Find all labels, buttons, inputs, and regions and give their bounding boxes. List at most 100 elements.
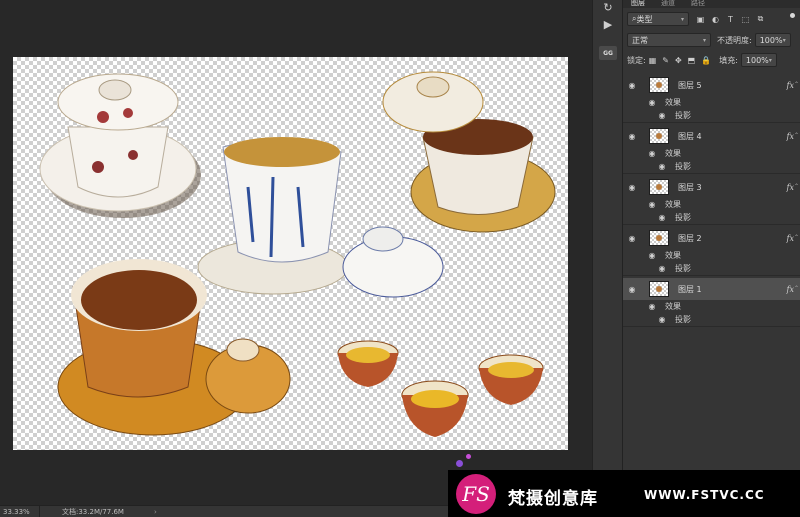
effects-row[interactable]: ◉ 效果	[623, 198, 800, 211]
layer-name[interactable]: 图层 4	[678, 131, 702, 142]
drop-shadow-label: 投影	[675, 213, 691, 222]
blend-mode-dropdown[interactable]: 正常 ▾	[627, 33, 711, 47]
history-icon[interactable]: ↻	[599, 0, 617, 14]
glyphs-icon[interactable]: GG	[599, 46, 617, 60]
layer-row[interactable]: ◉ 图层 5 fx ⌃	[623, 74, 800, 96]
lock-artboard-icon[interactable]: ⬒	[688, 56, 696, 65]
eye-icon[interactable]: ◉	[653, 264, 671, 273]
chevron-down-icon: ▾	[680, 15, 684, 23]
smart-object-filter-icon[interactable]: ⧉	[755, 14, 766, 25]
drop-shadow-row[interactable]: ◉ 投影	[623, 262, 800, 275]
layer-name[interactable]: 图层 3	[678, 182, 702, 193]
zoom-level[interactable]: 33.33%	[0, 506, 40, 517]
layer-name[interactable]: 图层 5	[678, 80, 702, 91]
blend-mode-value: 正常	[632, 35, 648, 45]
gaiwan-blue-bamboo	[197, 137, 444, 298]
layer-row[interactable]: ◉ 图层 2 fx ⌃	[623, 227, 800, 249]
eye-icon[interactable]: ◉	[623, 132, 641, 141]
lock-position-icon[interactable]: ✥	[675, 56, 682, 65]
effects-row[interactable]: ◉ 效果	[623, 147, 800, 160]
type-filter-icon[interactable]: T	[725, 14, 736, 25]
eye-icon[interactable]: ◉	[653, 162, 671, 171]
effects-row[interactable]: ◉ 效果	[623, 249, 800, 262]
panel-tabs: 图层 通道 路径	[623, 0, 800, 8]
drop-shadow-row[interactable]: ◉ 投影	[623, 160, 800, 173]
logo-bubble-icon	[456, 460, 463, 467]
lock-all-icon[interactable]: 🔒	[701, 56, 711, 65]
layer-row[interactable]: ◉ 图层 1 fx ⌃	[623, 278, 800, 300]
lock-icons: ▦ ✎ ✥ ⬒ 🔒	[649, 56, 712, 65]
opacity-label: 不透明度:	[717, 35, 752, 45]
gaiwan-floral	[39, 73, 201, 218]
layer-item[interactable]: ◉ 图层 4 fx ⌃ ◉ 效果 ◉ 投影	[623, 123, 800, 174]
filter-kind-label: 类型	[636, 14, 653, 24]
eye-icon[interactable]: ◉	[643, 251, 661, 260]
filter-kind-dropdown[interactable]: ⌕ 类型 ▾	[627, 12, 689, 26]
tea-set-artwork	[39, 71, 556, 437]
fill-field[interactable]: 100% ▾	[740, 53, 777, 67]
layer-item[interactable]: ◉ 图层 1 fx ⌃ ◉ 效果 ◉ 投影	[623, 276, 800, 327]
brand-url: WWW.FSTVC.CC	[644, 488, 765, 502]
chevron-down-icon: ▾	[768, 56, 772, 64]
chevron-down-icon: ▾	[702, 36, 706, 44]
collapse-arrow-icon[interactable]: ⌃	[794, 81, 799, 88]
drop-shadow-row[interactable]: ◉ 投影	[623, 211, 800, 224]
eye-icon[interactable]: ◉	[653, 315, 671, 324]
eye-icon[interactable]: ◉	[623, 285, 641, 294]
eye-icon[interactable]: ◉	[643, 98, 661, 107]
eye-icon[interactable]: ◉	[643, 302, 661, 311]
play-icon[interactable]: ▶	[599, 17, 617, 31]
fx-icon[interactable]: fx	[787, 132, 794, 141]
fx-icon[interactable]: fx	[787, 285, 794, 294]
shape-filter-icon[interactable]: ⬚	[740, 14, 751, 25]
tea-cups	[337, 340, 544, 437]
layer-name[interactable]: 图层 1	[678, 284, 702, 295]
layer-thumbnail	[649, 128, 669, 144]
layer-thumbnail	[649, 77, 669, 93]
collapse-arrow-icon[interactable]: ⌃	[794, 285, 799, 292]
brand-logo: FS	[456, 474, 496, 514]
drop-shadow-row[interactable]: ◉ 投影	[623, 313, 800, 326]
effects-label: 效果	[665, 200, 681, 209]
fx-icon[interactable]: fx	[787, 234, 794, 243]
doc-info: 文档:33.2M/77.6M	[62, 507, 124, 516]
eye-icon[interactable]: ◉	[643, 149, 661, 158]
brand-name: 梵摄创意库	[508, 489, 598, 509]
canvas-workspace[interactable]	[0, 0, 582, 505]
filter-icons: ▣ ◐ T ⬚ ⧉	[695, 14, 766, 25]
fx-icon[interactable]: fx	[787, 81, 794, 90]
layer-item[interactable]: ◉ 图层 2 fx ⌃ ◉ 效果 ◉ 投影	[623, 225, 800, 276]
lock-paint-icon[interactable]: ✎	[662, 56, 669, 65]
layers-list: ◉ 图层 5 fx ⌃ ◉ 效果 ◉ 投影 ◉ 图层 4 fx ⌃ ◉ 效果 ◉…	[623, 72, 800, 497]
fx-icon[interactable]: fx	[787, 183, 794, 192]
effects-label: 效果	[665, 149, 681, 158]
eye-icon[interactable]: ◉	[653, 111, 671, 120]
drop-shadow-label: 投影	[675, 264, 691, 273]
effects-row[interactable]: ◉ 效果	[623, 96, 800, 109]
tab-channels[interactable]: 通道	[653, 0, 683, 8]
collapse-arrow-icon[interactable]: ⌃	[794, 183, 799, 190]
adjustment-filter-icon[interactable]: ◐	[710, 14, 721, 25]
layer-row[interactable]: ◉ 图层 4 fx ⌃	[623, 125, 800, 147]
layer-item[interactable]: ◉ 图层 5 fx ⌃ ◉ 效果 ◉ 投影	[623, 72, 800, 123]
eye-icon[interactable]: ◉	[643, 200, 661, 209]
tab-layers[interactable]: 图层	[623, 0, 653, 8]
eye-icon[interactable]: ◉	[623, 81, 641, 90]
status-menu-arrow-icon[interactable]: ›	[154, 508, 157, 516]
eye-icon[interactable]: ◉	[623, 234, 641, 243]
document-canvas[interactable]	[13, 57, 568, 450]
collapse-arrow-icon[interactable]: ⌃	[794, 234, 799, 241]
tab-paths[interactable]: 路径	[683, 0, 713, 8]
layer-name[interactable]: 图层 2	[678, 233, 702, 244]
layer-row[interactable]: ◉ 图层 3 fx ⌃	[623, 176, 800, 198]
effects-label: 效果	[665, 302, 681, 311]
opacity-field[interactable]: 100% ▾	[754, 33, 791, 47]
pixel-filter-icon[interactable]: ▣	[695, 14, 706, 25]
collapse-arrow-icon[interactable]: ⌃	[794, 132, 799, 139]
effects-row[interactable]: ◉ 效果	[623, 300, 800, 313]
eye-icon[interactable]: ◉	[623, 183, 641, 192]
lock-transparent-icon[interactable]: ▦	[649, 56, 657, 65]
eye-icon[interactable]: ◉	[653, 213, 671, 222]
drop-shadow-row[interactable]: ◉ 投影	[623, 109, 800, 122]
layer-item[interactable]: ◉ 图层 3 fx ⌃ ◉ 效果 ◉ 投影	[623, 174, 800, 225]
